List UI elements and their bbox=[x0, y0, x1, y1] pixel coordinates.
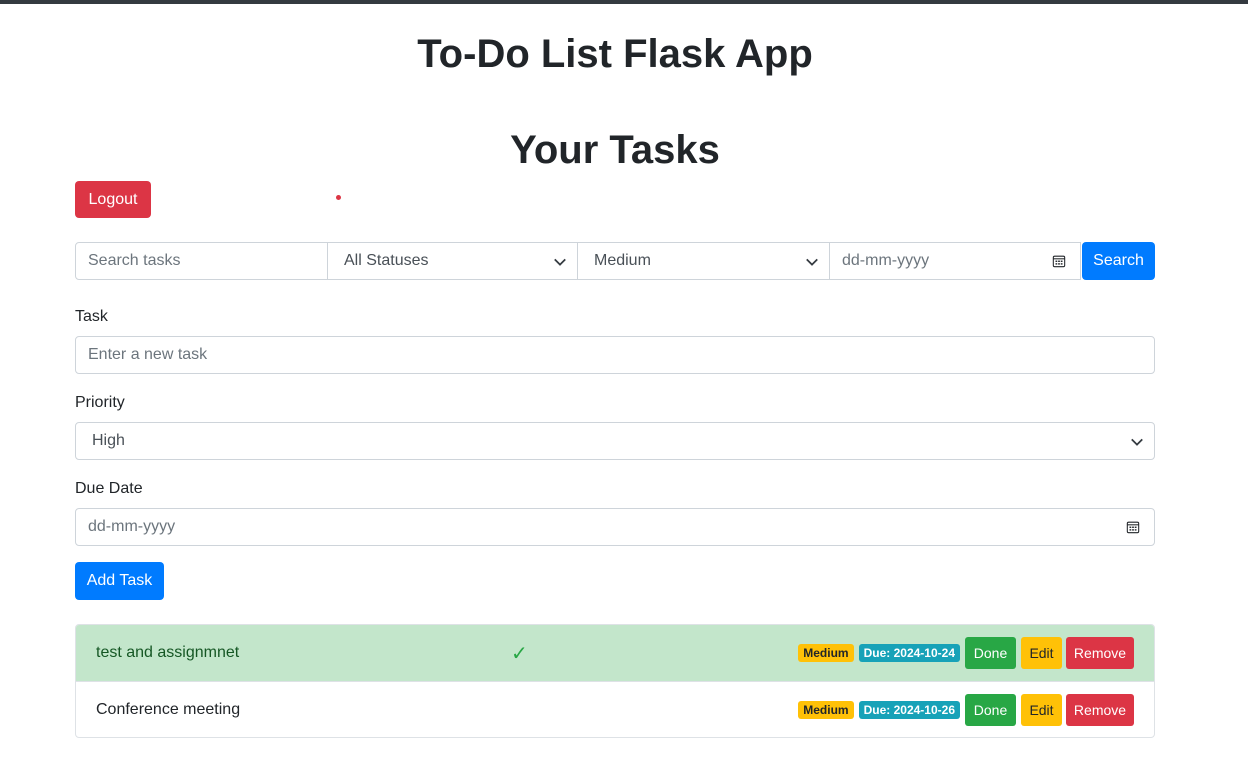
chevron-down-icon bbox=[1131, 438, 1143, 446]
status-filter-value: All Statuses bbox=[344, 252, 429, 269]
due-date-badge: Due: 2024-10-24 bbox=[858, 644, 960, 662]
task-actions: Medium Due: 2024-10-26 Done Edit Remove bbox=[798, 694, 1134, 726]
priority-badge: Medium bbox=[798, 644, 854, 662]
task-row: test and assignmnet ✓ Medium Due: 2024-1… bbox=[76, 625, 1154, 681]
task-actions: Medium Due: 2024-10-24 Done Edit Remove bbox=[798, 637, 1134, 669]
chevron-down-icon bbox=[806, 258, 818, 266]
due-date-label: Due Date bbox=[75, 480, 143, 497]
cursor-dot bbox=[336, 195, 341, 200]
priority-label: Priority bbox=[75, 394, 125, 411]
task-list: test and assignmnet ✓ Medium Due: 2024-1… bbox=[75, 624, 1155, 738]
chevron-down-icon bbox=[554, 258, 566, 266]
task-placeholder: Enter a new task bbox=[88, 346, 208, 363]
calendar-icon[interactable] bbox=[1126, 520, 1140, 534]
date-filter-input[interactable]: dd-mm-yyyy bbox=[829, 242, 1081, 280]
search-placeholder: Search tasks bbox=[88, 252, 181, 269]
done-button[interactable]: Done bbox=[965, 637, 1016, 669]
priority-filter-select[interactable]: Medium bbox=[577, 242, 830, 280]
priority-value: High bbox=[92, 432, 125, 449]
edit-button[interactable]: Edit bbox=[1021, 637, 1062, 669]
task-text: test and assignmnet bbox=[96, 644, 240, 661]
logout-button[interactable]: Logout bbox=[75, 181, 151, 218]
search-bar: Search tasks All Statuses Medium dd-mm-y… bbox=[75, 242, 1155, 280]
app-title: To-Do List Flask App bbox=[417, 32, 813, 76]
remove-button[interactable]: Remove bbox=[1066, 694, 1134, 726]
checkmark-icon: ✓ bbox=[511, 643, 528, 665]
done-button[interactable]: Done bbox=[965, 694, 1016, 726]
search-input[interactable]: Search tasks bbox=[75, 242, 328, 280]
calendar-icon[interactable] bbox=[1052, 254, 1066, 268]
remove-button[interactable]: Remove bbox=[1066, 637, 1134, 669]
search-button[interactable]: Search bbox=[1082, 242, 1155, 280]
edit-button[interactable]: Edit bbox=[1021, 694, 1062, 726]
status-filter-select[interactable]: All Statuses bbox=[327, 242, 578, 280]
due-date-input[interactable]: dd-mm-yyyy bbox=[75, 508, 1155, 546]
due-date-badge: Due: 2024-10-26 bbox=[858, 701, 960, 719]
page-title: Your Tasks bbox=[510, 128, 720, 172]
date-filter-placeholder: dd-mm-yyyy bbox=[842, 252, 930, 269]
add-task-button[interactable]: Add Task bbox=[75, 562, 164, 600]
task-label: Task bbox=[75, 308, 108, 325]
due-date-placeholder: dd-mm-yyyy bbox=[88, 518, 176, 535]
task-input[interactable]: Enter a new task bbox=[75, 336, 1155, 374]
priority-badge: Medium bbox=[798, 701, 854, 719]
priority-filter-value: Medium bbox=[594, 252, 651, 269]
task-row: Conference meeting Medium Due: 2024-10-2… bbox=[76, 681, 1154, 737]
priority-select[interactable]: High bbox=[75, 422, 1155, 460]
task-text: Conference meeting bbox=[96, 701, 241, 718]
top-border bbox=[0, 0, 1248, 4]
